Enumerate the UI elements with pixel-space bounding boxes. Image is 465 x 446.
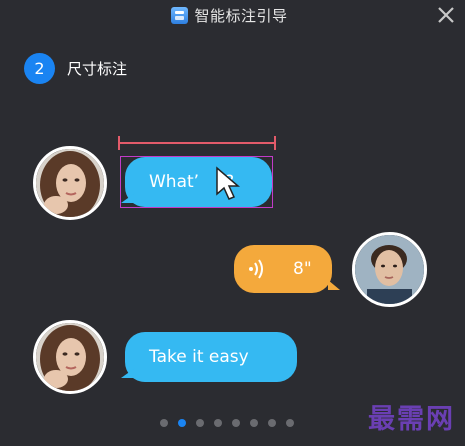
pagination-dots xyxy=(160,419,294,427)
page-dot-3[interactable] xyxy=(196,419,204,427)
bubble-tail xyxy=(328,280,340,290)
bubble-text: Take it easy xyxy=(149,347,249,367)
watermark: 最需网 xyxy=(368,404,455,435)
dimension-cap-left xyxy=(118,136,120,150)
page-dot-2[interactable] xyxy=(178,419,186,427)
title-group: 智能标注引导 xyxy=(171,5,287,26)
cursor-icon xyxy=(215,166,241,206)
step-header: 2 尺寸标注 xyxy=(24,53,127,84)
voice-message-bubble[interactable]: 8" xyxy=(234,245,332,293)
title-bar: 智能标注引导 xyxy=(0,0,465,30)
voice-wave-icon xyxy=(248,259,264,279)
selection-box xyxy=(120,156,273,208)
dimension-line xyxy=(118,142,276,144)
dimension-cap-right xyxy=(274,136,276,150)
avatar-male xyxy=(352,232,427,307)
step-label: 尺寸标注 xyxy=(67,60,128,78)
avatar-female-1 xyxy=(33,146,107,220)
page-dot-4[interactable] xyxy=(214,419,222,427)
page-dot-5[interactable] xyxy=(232,419,240,427)
chat-bubble-take-it-easy: Take it easy xyxy=(125,332,297,382)
page-dot-1[interactable] xyxy=(160,419,168,427)
page-dot-8[interactable] xyxy=(286,419,294,427)
step-number-badge: 2 xyxy=(24,53,55,84)
app-icon xyxy=(171,6,189,24)
avatar-female-2 xyxy=(33,320,107,394)
close-icon[interactable] xyxy=(435,4,457,26)
page-dot-6[interactable] xyxy=(250,419,258,427)
bubble-tail xyxy=(121,368,135,378)
page-dot-7[interactable] xyxy=(268,419,276,427)
window-title: 智能标注引导 xyxy=(194,6,288,25)
voice-duration: 8" xyxy=(293,259,312,279)
